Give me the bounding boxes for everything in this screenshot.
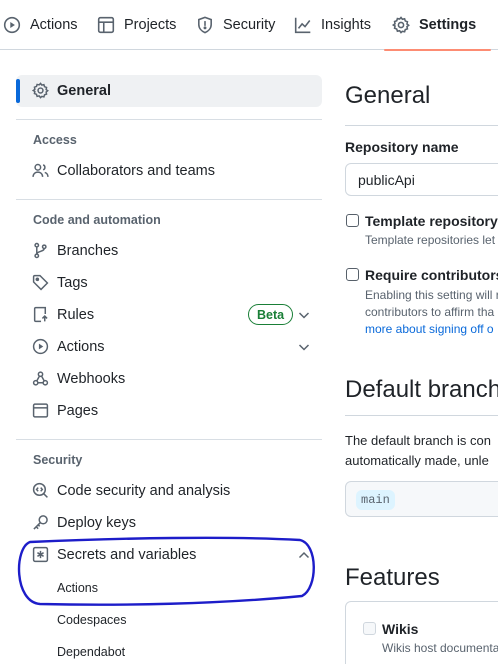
gear-icon — [32, 82, 50, 100]
sidebar-item-label: Code security and analysis — [57, 483, 231, 499]
features-box: Wikis Wikis host documenta — [345, 601, 498, 664]
wikis-note: Wikis host documenta — [382, 641, 498, 655]
default-branch-text: The default branch is con — [345, 433, 491, 448]
sidebar-item-label: Deploy keys — [57, 515, 136, 531]
sidebar-item-label: Collaborators and teams — [57, 163, 215, 179]
sidebar-divider — [16, 439, 322, 440]
tab-security[interactable]: Security — [196, 0, 275, 50]
tab-actions[interactable]: Actions — [3, 0, 78, 50]
default-branch-text: automatically made, unle — [345, 453, 489, 468]
wikis-checkbox[interactable] — [363, 622, 376, 635]
template-repo-title: Template repository — [365, 213, 498, 229]
sidebar-subitem-secrets-actions[interactable]: Actions — [16, 573, 322, 603]
sidebar-item-label: Branches — [57, 243, 119, 259]
template-repo-note: Template repositories let — [365, 233, 496, 247]
webhook-icon — [32, 370, 50, 388]
sidebar-item-webhooks[interactable]: Webhooks — [16, 363, 322, 395]
sidebar-item-general[interactable]: General — [16, 75, 322, 107]
signoff-learn-more-link[interactable]: more about signing off o — [365, 321, 494, 338]
tag-icon — [32, 274, 50, 292]
table-icon — [97, 16, 115, 34]
sidebar-item-label: Actions — [57, 339, 105, 355]
browser-icon — [32, 402, 50, 420]
sidebar-item-pages[interactable]: Pages — [16, 395, 322, 427]
sidebar-item-tags[interactable]: Tags — [16, 267, 322, 299]
repo-push-icon — [32, 306, 50, 324]
section-heading-security: Security — [33, 453, 83, 467]
require-signoff-note: contributors to affirm tha — [365, 305, 495, 319]
features-heading: Features — [345, 564, 440, 591]
chevron-down-icon[interactable] — [296, 307, 312, 323]
title-divider — [345, 125, 498, 126]
people-icon — [32, 162, 50, 180]
sidebar-item-label: Webhooks — [57, 371, 126, 387]
sidebar-item-deploy-keys[interactable]: Deploy keys — [16, 507, 322, 539]
codescan-icon — [32, 482, 50, 500]
sidebar-subitem-secrets-dependabot[interactable]: Dependabot — [16, 637, 322, 664]
sidebar-item-label: Pages — [57, 403, 99, 419]
graph-icon — [294, 16, 312, 34]
sidebar-item-label: Rules — [57, 307, 95, 323]
git-branch-icon — [32, 242, 50, 260]
sidebar-divider — [16, 199, 322, 200]
key-icon — [32, 514, 50, 532]
sidebar-item-label: Tags — [57, 275, 88, 291]
shield-icon — [196, 16, 214, 34]
require-signoff-title: Require contributors — [365, 267, 498, 283]
chevron-down-icon[interactable] — [296, 339, 312, 355]
sidebar-subitem-label: Actions — [57, 581, 98, 595]
template-repo-checkbox[interactable] — [346, 214, 359, 227]
require-signoff-note: Enabling this setting will r — [365, 288, 498, 302]
repo-name-label: Repository name — [345, 139, 459, 155]
sidebar-divider — [16, 119, 322, 120]
sidebar-item-collaborators[interactable]: Collaborators and teams — [16, 155, 322, 187]
sidebar-item-rules[interactable]: Rules Beta — [16, 299, 322, 331]
tab-label: Actions — [30, 17, 78, 33]
play-circle-icon — [32, 338, 50, 356]
tab-projects[interactable]: Projects — [97, 0, 176, 50]
sidebar-subitem-label: Dependabot — [57, 645, 126, 659]
settings-main: General Repository name Template reposit… — [345, 0, 498, 664]
chevron-up-icon[interactable] — [296, 547, 312, 563]
default-branch-heading: Default branch — [345, 376, 498, 403]
sidebar-item-label: Secrets and variables — [57, 547, 197, 563]
page-title: General — [345, 82, 431, 109]
play-circle-icon — [3, 16, 21, 34]
sidebar-item-secrets[interactable]: Secrets and variables — [16, 539, 322, 571]
asterisk-box-icon — [32, 546, 50, 564]
branch-name[interactable]: main — [356, 490, 395, 510]
tab-label: Security — [223, 17, 276, 33]
sidebar-item-actions[interactable]: Actions — [16, 331, 322, 363]
section-divider — [345, 415, 498, 416]
tab-label: Projects — [124, 17, 177, 33]
beta-badge: Beta — [248, 304, 294, 325]
sidebar-subitem-secrets-codespaces[interactable]: Codespaces — [16, 605, 322, 635]
section-heading-code-automation: Code and automation — [33, 213, 161, 227]
sidebar-item-label: General — [57, 83, 111, 99]
sidebar-item-code-security[interactable]: Code security and analysis — [16, 475, 322, 507]
section-heading-access: Access — [33, 133, 77, 147]
wikis-title: Wikis — [382, 621, 419, 637]
sidebar-item-branches[interactable]: Branches — [16, 235, 322, 267]
repo-name-input[interactable] — [345, 163, 498, 196]
require-signoff-checkbox[interactable] — [346, 268, 359, 281]
sidebar-subitem-label: Codespaces — [57, 613, 127, 627]
default-branch-box: main — [345, 481, 498, 517]
